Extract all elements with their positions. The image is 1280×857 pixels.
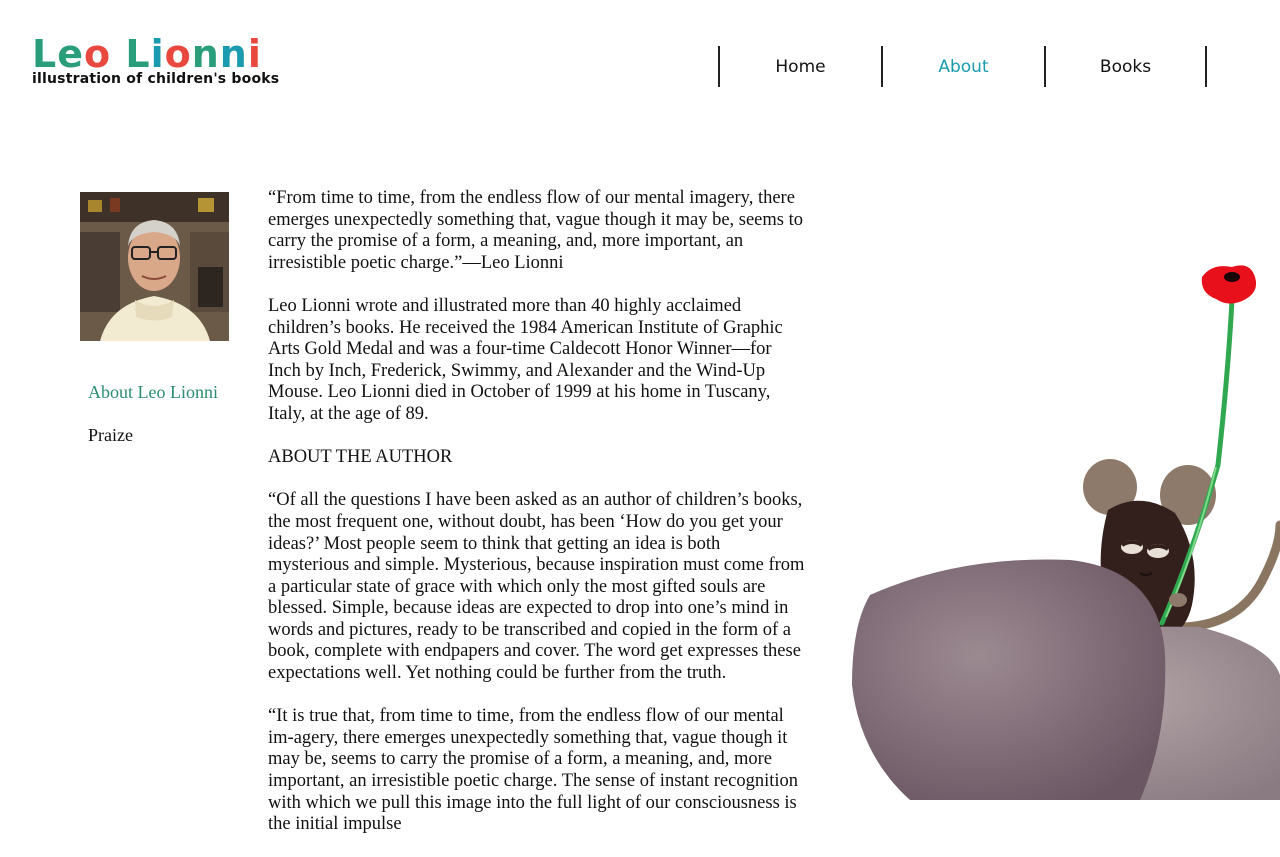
nav-books[interactable]: Books: [1044, 46, 1207, 87]
logo-subtitle: illustration of children's books: [32, 71, 280, 87]
logo-letter: i: [150, 32, 165, 76]
logo-letter: L: [125, 32, 151, 76]
logo-letter: n: [219, 32, 248, 76]
mouse-illustration: [840, 255, 1280, 800]
logo-letter: n: [191, 32, 220, 76]
section-heading: ABOUT THE AUTHOR: [268, 447, 453, 468]
sidebar-link-praize[interactable]: Praize: [88, 425, 133, 446]
logo-title: Leo Lionni: [32, 34, 279, 74]
author-portrait: [80, 192, 229, 341]
opening-quote: “From time to time, from the endless flo…: [268, 188, 804, 273]
nav-home[interactable]: Home: [718, 46, 881, 87]
logo-letter: e: [57, 32, 84, 76]
site-logo[interactable]: Leo Lionni illustration of children's bo…: [32, 34, 279, 86]
main-nav: Home About Books: [718, 46, 1207, 87]
logo-letter: [111, 34, 125, 74]
main-content: “From time to time, from the endless flo…: [268, 188, 806, 857]
logo-letter: L: [32, 32, 58, 76]
sidebar-link-about[interactable]: About Leo Lionni: [88, 382, 218, 403]
author-quote-paragraph: “Of all the questions I have been asked …: [268, 490, 805, 684]
author-quote-paragraph-2: “It is true that, from time to time, fro…: [268, 706, 799, 835]
nav-about[interactable]: About: [881, 46, 1044, 87]
logo-letter: i: [247, 32, 262, 76]
logo-letter: o: [164, 32, 192, 76]
logo-letter: o: [84, 32, 112, 76]
bio-paragraph: Leo Lionni wrote and illustrated more th…: [268, 295, 783, 424]
